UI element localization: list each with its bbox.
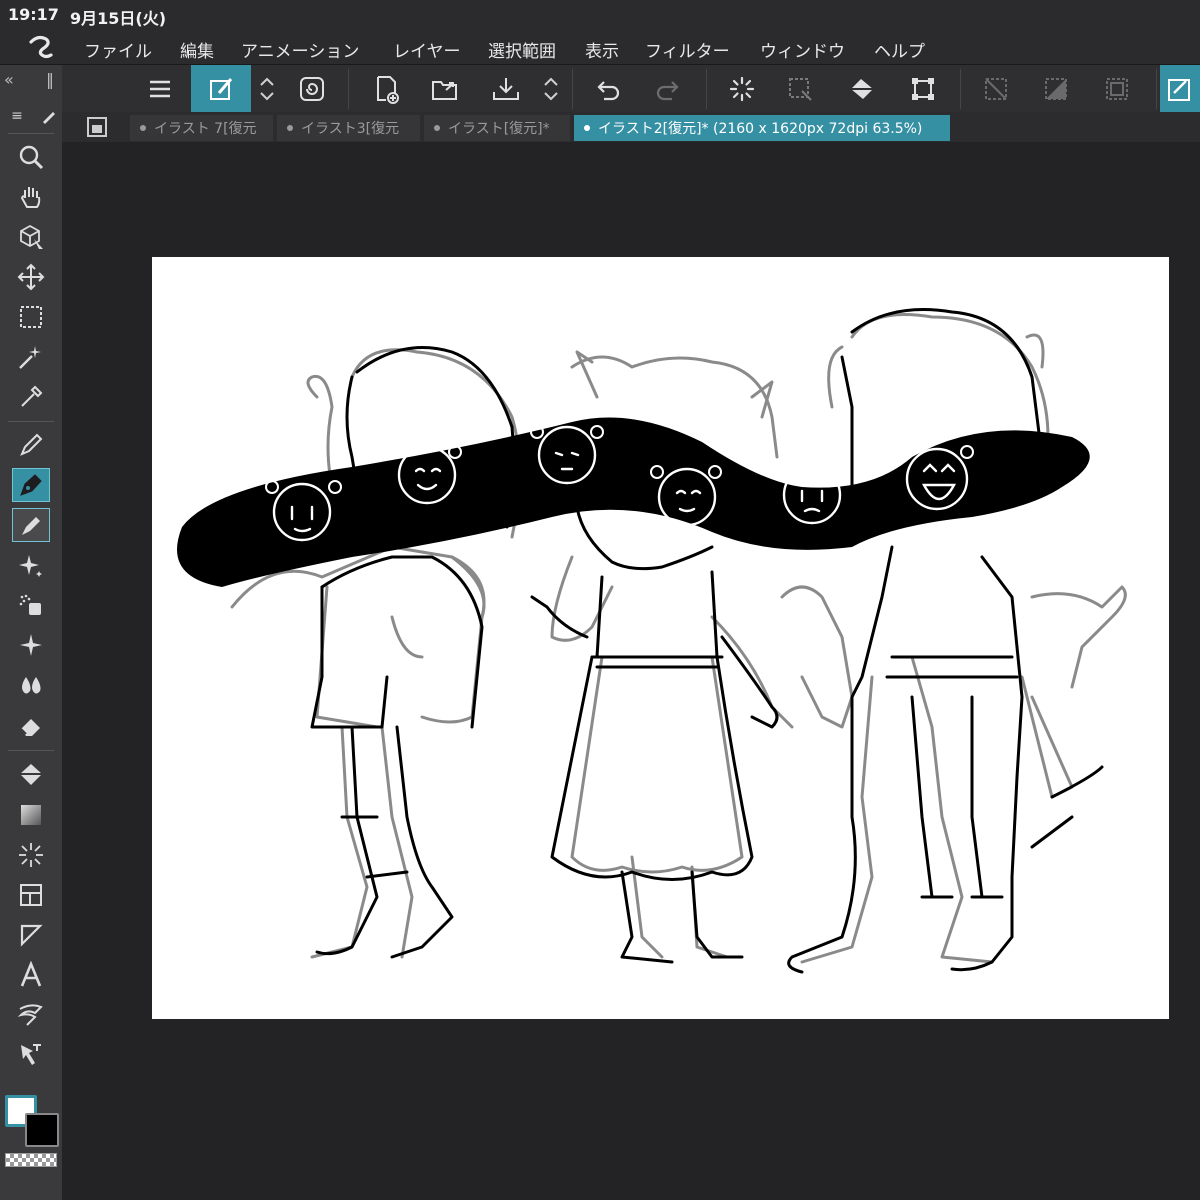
tool-menu-icon[interactable]: ≡ xyxy=(6,105,28,127)
edit-mode-button[interactable] xyxy=(191,65,251,112)
sub-tool-pen-icon[interactable] xyxy=(38,105,60,127)
open-folder-icon[interactable] xyxy=(425,70,465,108)
tab-illust-3[interactable]: イラスト3[復元 xyxy=(277,115,420,141)
updown-icon[interactable] xyxy=(256,70,278,108)
menu-layer[interactable]: レイヤー xyxy=(393,37,461,62)
move-icon[interactable] xyxy=(12,260,50,294)
spiral-icon[interactable] xyxy=(292,70,332,108)
eraser-icon[interactable] xyxy=(12,708,50,742)
status-bar: 19:17 9月15日(火) xyxy=(0,0,1200,32)
frame-icon[interactable] xyxy=(12,878,50,912)
blend-icon[interactable] xyxy=(12,668,50,702)
brush-sparkle-icon[interactable] xyxy=(12,548,50,582)
pen-icon[interactable] xyxy=(12,468,50,502)
zoom-icon[interactable] xyxy=(12,140,50,174)
sketch-artwork xyxy=(177,308,1127,974)
tab-illust-2[interactable]: イラスト2[復元]* (2160 x 1620px 72dpi 63.5%) xyxy=(574,115,950,141)
tab-label: イラスト2[復元]* (2160 x 1620px 72dpi 63.5%) xyxy=(598,121,923,137)
tab-label: イラスト[復元]* xyxy=(448,121,550,137)
transparent-color-swatch[interactable] xyxy=(5,1153,57,1167)
save-icon[interactable] xyxy=(486,70,526,108)
balloon-icon[interactable] xyxy=(12,998,50,1032)
pencil-icon[interactable] xyxy=(12,428,50,462)
deselect-icon[interactable] xyxy=(976,70,1016,108)
tab-illust[interactable]: イラスト[復元]* xyxy=(424,115,570,141)
status-time: 19:17 xyxy=(8,5,59,24)
figure-icon[interactable] xyxy=(12,838,50,872)
command-bar xyxy=(0,65,1200,113)
undo-icon[interactable] xyxy=(588,70,628,108)
hand-icon[interactable] xyxy=(12,180,50,214)
document-tab-bar: イラスト 7[復元 イラスト3[復元 イラスト[復元]* イラスト2[復元]* … xyxy=(62,112,1200,142)
status-date: 9月15日(火) xyxy=(70,9,167,28)
fill-icon[interactable] xyxy=(842,70,882,108)
3d-object-icon[interactable] xyxy=(12,220,50,254)
eyedropper-icon[interactable] xyxy=(12,380,50,414)
loading-icon[interactable] xyxy=(722,70,762,108)
edit-mode-icon xyxy=(210,77,233,100)
marker-icon[interactable] xyxy=(12,508,50,542)
clip-studio-logo-icon[interactable] xyxy=(26,34,56,62)
magic-wand-icon[interactable] xyxy=(12,340,50,374)
new-canvas-icon[interactable] xyxy=(366,70,406,108)
menu-window[interactable]: ウィンドウ xyxy=(760,37,845,62)
ruler-icon[interactable] xyxy=(12,918,50,952)
menu-filter[interactable]: フィルター xyxy=(645,37,730,62)
tab-label: イラスト3[復元 xyxy=(301,121,400,137)
select-all-icon[interactable] xyxy=(1097,70,1137,108)
tab-label: イラスト 7[復元 xyxy=(154,121,257,137)
gradient-icon[interactable] xyxy=(12,798,50,832)
tool-panel: « ‖ ≡ xyxy=(0,65,62,1200)
invert-selection-icon[interactable] xyxy=(1036,70,1076,108)
tool-property-icon[interactable] xyxy=(1160,65,1200,112)
menu-help[interactable]: ヘルプ xyxy=(874,37,925,62)
select-layer-icon[interactable] xyxy=(780,70,820,108)
tab-illust-7[interactable]: イラスト 7[復元 xyxy=(130,115,273,141)
menu-view[interactable]: 表示 xyxy=(585,37,619,62)
rect-select-icon[interactable] xyxy=(12,300,50,334)
menu-file[interactable]: ファイル xyxy=(84,37,152,62)
airbrush-icon[interactable] xyxy=(12,588,50,622)
updown-icon-2[interactable] xyxy=(540,70,562,108)
panel-grip-icon[interactable]: ‖ xyxy=(46,70,54,89)
redo-icon[interactable] xyxy=(648,70,688,108)
menu-animation[interactable]: アニメーション xyxy=(241,37,359,62)
line-fix-icon[interactable] xyxy=(12,1038,50,1072)
text-icon[interactable] xyxy=(12,958,50,992)
menu-edit[interactable]: 編集 xyxy=(180,37,214,62)
menu-selection[interactable]: 選択範囲 xyxy=(488,37,556,62)
menu-icon[interactable] xyxy=(140,70,180,108)
collapse-left-icon[interactable]: « xyxy=(4,70,14,89)
sub-color-swatch[interactable] xyxy=(25,1113,59,1147)
menu-bar: ファイル 編集 アニメーション レイヤー 選択範囲 表示 フィルター ウィンドウ… xyxy=(0,32,1200,65)
drawing-canvas[interactable] xyxy=(152,257,1169,1019)
fill-bucket-icon[interactable] xyxy=(12,758,50,792)
navigator-icon[interactable] xyxy=(86,116,108,138)
decoration-icon[interactable] xyxy=(12,628,50,662)
transform-icon[interactable] xyxy=(903,70,943,108)
